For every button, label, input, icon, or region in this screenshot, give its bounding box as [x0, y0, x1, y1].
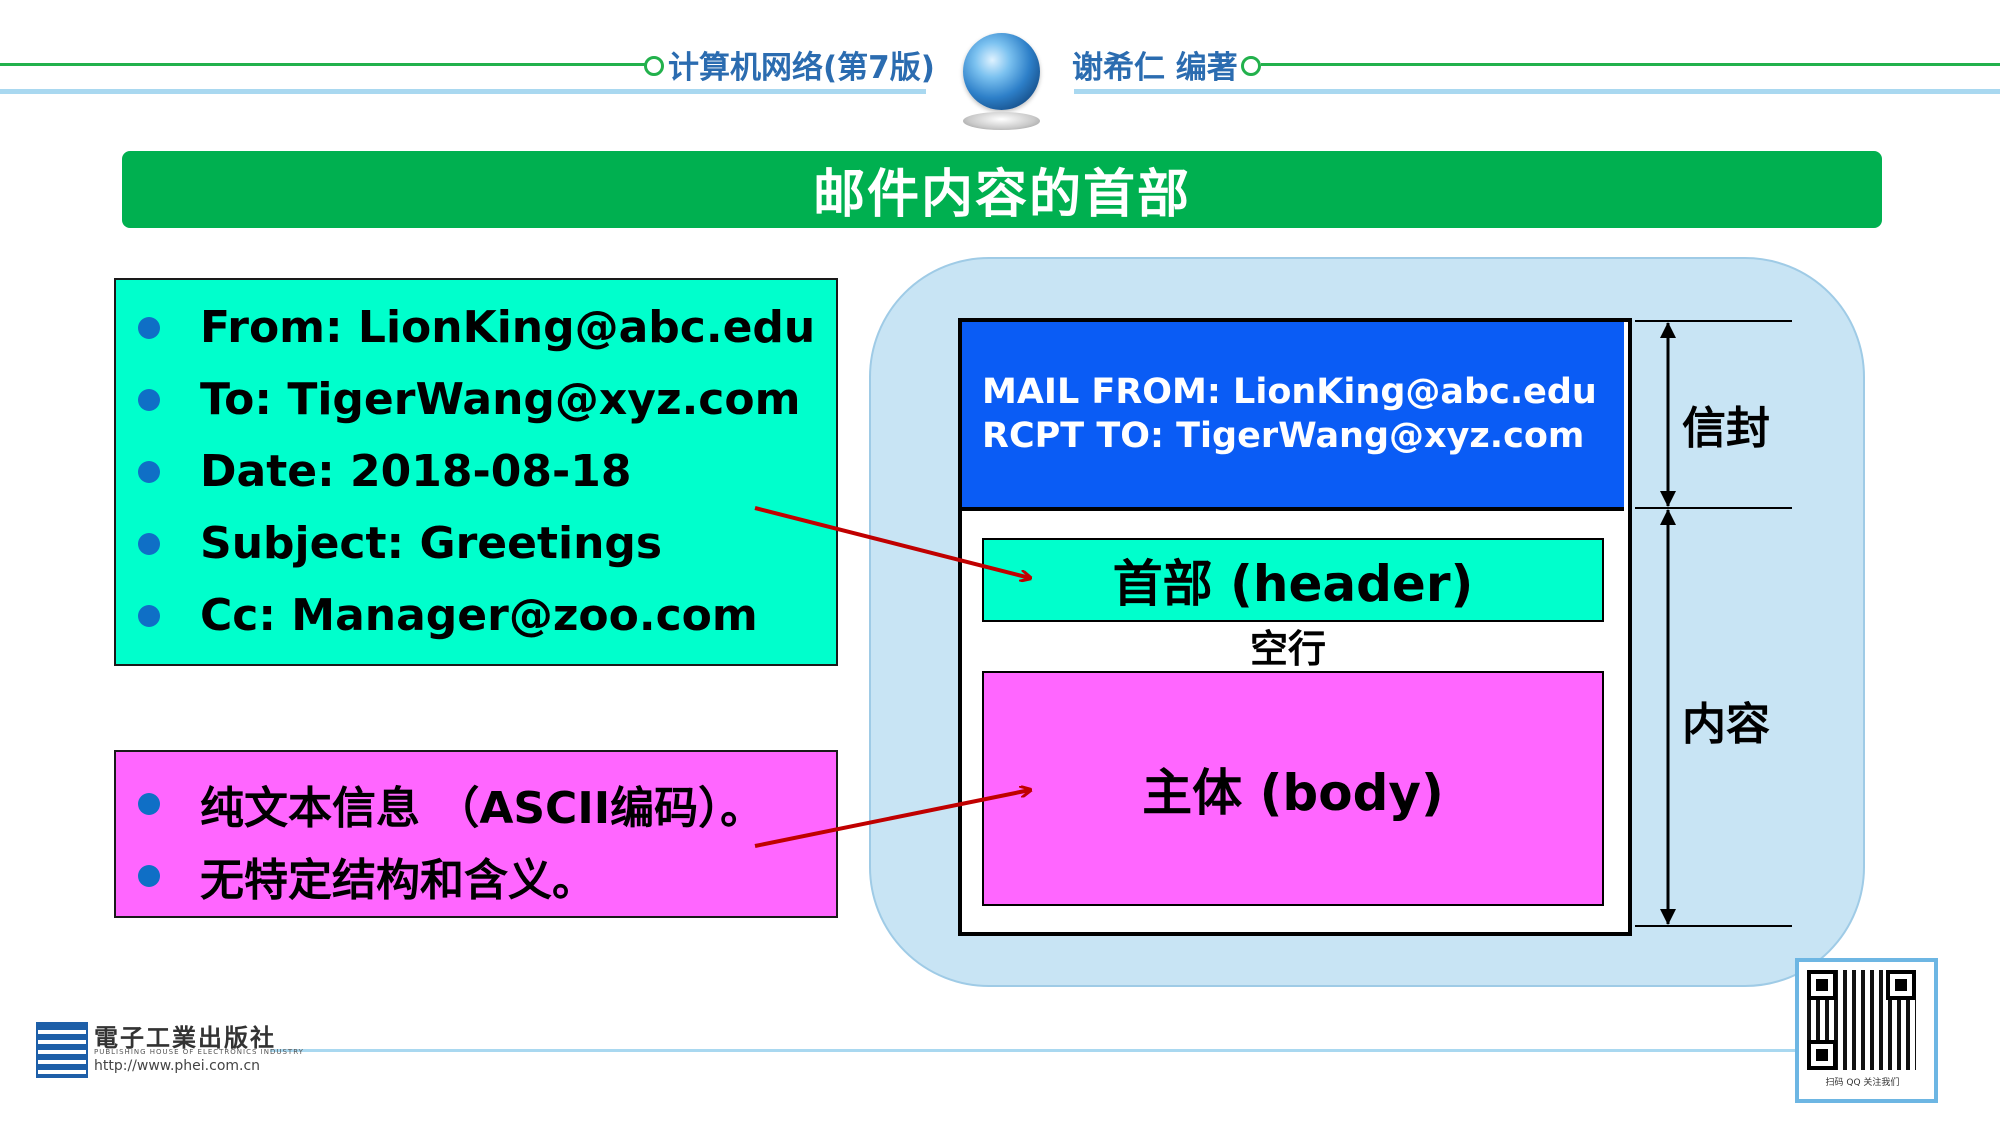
diagram-arrows — [754, 320, 1792, 927]
publisher-logo-icon — [36, 1022, 88, 1078]
dim-arrow-down-2 — [1660, 909, 1676, 925]
dim-arrow-down-1 — [1660, 491, 1676, 507]
qr-caption: 扫码 QQ 关注我们 — [1825, 1078, 1900, 1088]
dim-arrow-up-2 — [1660, 509, 1676, 525]
publisher-url: http://www.phei.com.cn — [94, 1058, 261, 1074]
publisher-name-en: PUBLISHING HOUSE OF ELECTRONICS INDUSTRY — [94, 1048, 304, 1056]
arrow-to-body — [754, 790, 1030, 848]
arrow-to-header — [754, 506, 1030, 578]
qr-finder-icon — [1886, 970, 1916, 1000]
dim-arrow-up-1 — [1660, 322, 1676, 338]
qr-code: 扫码 QQ 关注我们 — [1795, 958, 1938, 1103]
footer-rule — [270, 1049, 1800, 1052]
qr-finder-icon — [1807, 1040, 1837, 1070]
qr-finder-icon — [1807, 970, 1837, 1000]
